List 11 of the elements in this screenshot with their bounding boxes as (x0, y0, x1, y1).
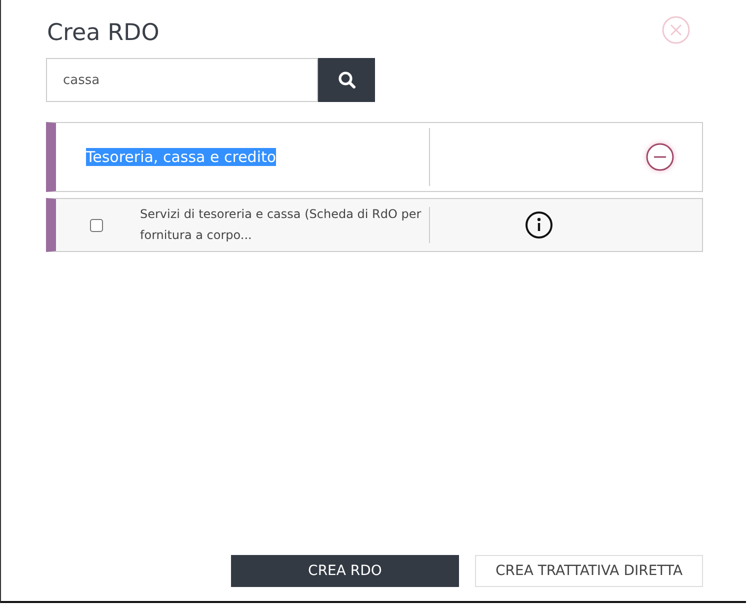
info-icon[interactable] (525, 211, 553, 239)
search-field[interactable]: cassa (46, 58, 318, 102)
search-icon[interactable] (338, 71, 356, 89)
category-label: Tesoreria, cassa e credito (86, 148, 276, 166)
item-checkbox[interactable] (90, 218, 103, 232)
item-label: Servizi di tesoreria e cassa (Scheda di RdO per fornitura a corpo... (140, 206, 422, 244)
dialog-title: Crea RDO (47, 20, 160, 46)
collapse-icon[interactable] (645, 142, 675, 172)
create-rdo-button[interactable]: CREA RDO (231, 555, 459, 587)
create-direct-button[interactable]: CREA TRATTATIVA DIRETTA (475, 555, 703, 587)
search-button[interactable] (318, 58, 375, 102)
